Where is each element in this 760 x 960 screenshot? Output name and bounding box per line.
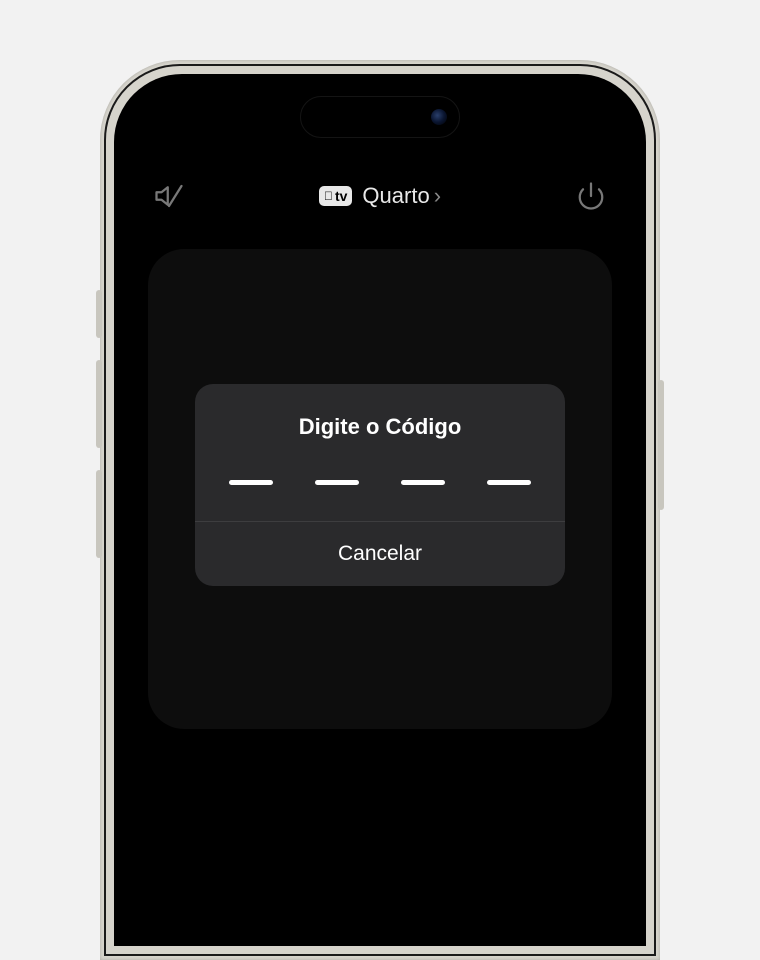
phone-frame: tv Quarto › CONECTANDO... [100,60,660,960]
code-slot [487,480,531,485]
code-modal-overlay: Digite o Código Cancelar [114,74,646,946]
modal-title: Digite o Código [299,414,462,440]
code-slot [315,480,359,485]
code-slot [229,480,273,485]
code-entry-modal: Digite o Código Cancelar [195,384,565,586]
code-slot [401,480,445,485]
cancel-button[interactable]: Cancelar [195,522,565,586]
volume-up-button [96,360,102,448]
side-button [96,290,102,338]
volume-down-button [96,470,102,558]
code-input[interactable] [229,480,531,485]
phone-screen: tv Quarto › CONECTANDO... [114,74,646,946]
power-side-button [658,380,664,510]
